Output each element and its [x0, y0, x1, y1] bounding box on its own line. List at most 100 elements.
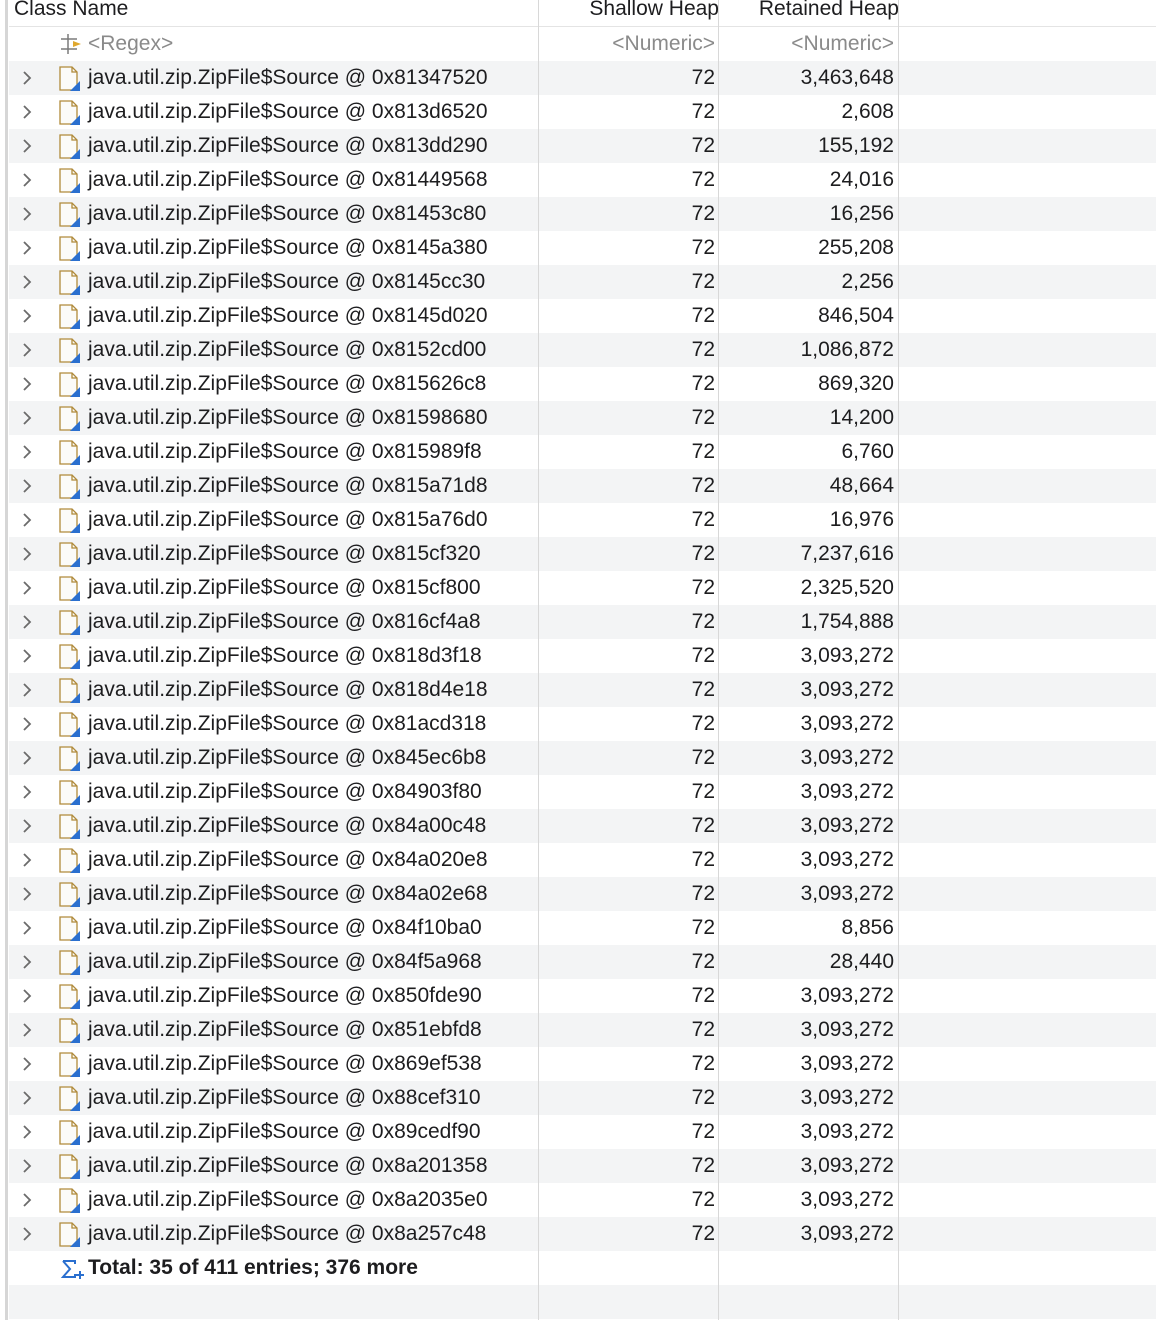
retained-heap-cell: 2,608 [841, 100, 894, 123]
shallow-heap-cell: 72 [691, 202, 715, 225]
table-row[interactable]: java.util.zip.ZipFile$Source @ 0x88cef31… [9, 1081, 1156, 1115]
table-row[interactable]: java.util.zip.ZipFile$Source @ 0x84a020e… [9, 843, 1156, 877]
table-row[interactable]: java.util.zip.ZipFile$Source @ 0x818d4e1… [9, 673, 1156, 707]
chevron-right-icon[interactable] [17, 95, 37, 129]
table-row[interactable]: java.util.zip.ZipFile$Source @ 0x8a257c4… [9, 1217, 1156, 1251]
table-row[interactable]: java.util.zip.ZipFile$Source @ 0x813dd29… [9, 129, 1156, 163]
retained-heap-cell: 3,093,272 [800, 882, 894, 905]
table-row[interactable]: java.util.zip.ZipFile$Source @ 0x815cf80… [9, 571, 1156, 605]
chevron-right-icon[interactable] [17, 333, 37, 367]
retained-heap-cell: 3,093,272 [800, 1120, 894, 1143]
retained-heap-cell: 3,093,272 [800, 1188, 894, 1211]
chevron-right-icon[interactable] [17, 1047, 37, 1081]
table-row[interactable]: java.util.zip.ZipFile$Source @ 0x815cf32… [9, 537, 1156, 571]
class-name-cell: java.util.zip.ZipFile$Source @ 0x850fde9… [88, 984, 482, 1007]
table-row[interactable]: java.util.zip.ZipFile$Source @ 0x851ebfd… [9, 1013, 1156, 1047]
chevron-right-icon[interactable] [17, 299, 37, 333]
column-header-retained-heap[interactable]: Retained Heap [719, 0, 899, 22]
chevron-right-icon[interactable] [17, 129, 37, 163]
table-row[interactable]: java.util.zip.ZipFile$Source @ 0x8145d02… [9, 299, 1156, 333]
shallow-heap-cell: 72 [691, 542, 715, 565]
shallow-heap-filter-input[interactable]: <Numeric> [539, 27, 715, 61]
chevron-right-icon[interactable] [17, 741, 37, 775]
chevron-right-icon[interactable] [17, 877, 37, 911]
chevron-right-icon[interactable] [17, 809, 37, 843]
table-row[interactable]: java.util.zip.ZipFile$Source @ 0x813d652… [9, 95, 1156, 129]
retained-heap-cell: 3,093,272 [800, 780, 894, 803]
table-row[interactable]: java.util.zip.ZipFile$Source @ 0x8159868… [9, 401, 1156, 435]
chevron-right-icon[interactable] [17, 469, 37, 503]
chevron-right-icon[interactable] [17, 707, 37, 741]
table-row[interactable]: java.util.zip.ZipFile$Source @ 0x8a2035e… [9, 1183, 1156, 1217]
chevron-right-icon[interactable] [17, 231, 37, 265]
chevron-right-icon[interactable] [17, 435, 37, 469]
table-row[interactable]: java.util.zip.ZipFile$Source @ 0x818d3f1… [9, 639, 1156, 673]
object-instance-icon [57, 1013, 85, 1047]
chevron-right-icon[interactable] [17, 605, 37, 639]
chevron-right-icon[interactable] [17, 1217, 37, 1251]
object-instance-icon [57, 979, 85, 1013]
chevron-right-icon[interactable] [17, 673, 37, 707]
table-row[interactable]: java.util.zip.ZipFile$Source @ 0x8144956… [9, 163, 1156, 197]
chevron-right-icon[interactable] [17, 265, 37, 299]
table-row[interactable]: java.util.zip.ZipFile$Source @ 0x815626c… [9, 367, 1156, 401]
table-row[interactable]: java.util.zip.ZipFile$Source @ 0x84f10ba… [9, 911, 1156, 945]
chevron-right-icon[interactable] [17, 197, 37, 231]
table-row[interactable]: java.util.zip.ZipFile$Source @ 0x8134752… [9, 61, 1156, 95]
total-label[interactable]: Total: 35 of 411 entries; 376 more [88, 1251, 418, 1285]
table-row[interactable]: java.util.zip.ZipFile$Source @ 0x81453c8… [9, 197, 1156, 231]
table-row[interactable]: java.util.zip.ZipFile$Source @ 0x8145a38… [9, 231, 1156, 265]
table-row[interactable]: java.util.zip.ZipFile$Source @ 0x815a76d… [9, 503, 1156, 537]
table-row[interactable]: java.util.zip.ZipFile$Source @ 0x84a02e6… [9, 877, 1156, 911]
shallow-heap-cell: 72 [691, 1222, 715, 1245]
chevron-right-icon[interactable] [17, 537, 37, 571]
chevron-right-icon[interactable] [17, 503, 37, 537]
table-row[interactable]: java.util.zip.ZipFile$Source @ 0x81acd31… [9, 707, 1156, 741]
class-name-cell: java.util.zip.ZipFile$Source @ 0x8134752… [88, 66, 488, 89]
chevron-right-icon[interactable] [17, 571, 37, 605]
table-row[interactable]: java.util.zip.ZipFile$Source @ 0x869ef53… [9, 1047, 1156, 1081]
retained-heap-cell: 255,208 [818, 236, 894, 259]
retained-heap-cell: 24,016 [829, 168, 894, 191]
table-row[interactable]: java.util.zip.ZipFile$Source @ 0x850fde9… [9, 979, 1156, 1013]
table-row[interactable]: java.util.zip.ZipFile$Source @ 0x815a71d… [9, 469, 1156, 503]
table-row[interactable]: java.util.zip.ZipFile$Source @ 0x84f5a96… [9, 945, 1156, 979]
retained-heap-filter-input[interactable]: <Numeric> [719, 27, 894, 61]
table-row[interactable]: java.util.zip.ZipFile$Source @ 0x89cedf9… [9, 1115, 1156, 1149]
retained-heap-cell: 28,440 [829, 950, 894, 973]
chevron-right-icon[interactable] [17, 911, 37, 945]
retained-heap-cell: 1,086,872 [800, 338, 894, 361]
table-row[interactable]: java.util.zip.ZipFile$Source @ 0x84a00c4… [9, 809, 1156, 843]
class-name-cell: java.util.zip.ZipFile$Source @ 0x8a20135… [88, 1154, 488, 1177]
chevron-right-icon[interactable] [17, 61, 37, 95]
table-row[interactable]: java.util.zip.ZipFile$Source @ 0x8152cd0… [9, 333, 1156, 367]
column-header-shallow-heap[interactable]: Shallow Heap [539, 0, 719, 22]
shallow-heap-cell: 72 [691, 1018, 715, 1041]
filter-row: <Regex> <Numeric> <Numeric> [9, 27, 1156, 61]
class-name-filter-input[interactable]: <Regex> [88, 27, 173, 61]
object-instance-icon [57, 843, 85, 877]
column-divider [898, 0, 899, 1320]
column-header-class-name[interactable]: Class Name [14, 0, 128, 22]
table-row[interactable]: java.util.zip.ZipFile$Source @ 0x816cf4a… [9, 605, 1156, 639]
chevron-right-icon[interactable] [17, 1013, 37, 1047]
chevron-right-icon[interactable] [17, 1081, 37, 1115]
shallow-heap-cell: 72 [691, 66, 715, 89]
chevron-right-icon[interactable] [17, 979, 37, 1013]
chevron-right-icon[interactable] [17, 775, 37, 809]
table-row[interactable]: java.util.zip.ZipFile$Source @ 0x815989f… [9, 435, 1156, 469]
chevron-right-icon[interactable] [17, 401, 37, 435]
chevron-right-icon[interactable] [17, 1149, 37, 1183]
table-row[interactable]: java.util.zip.ZipFile$Source @ 0x8145cc3… [9, 265, 1156, 299]
chevron-right-icon[interactable] [17, 1183, 37, 1217]
chevron-right-icon[interactable] [17, 843, 37, 877]
table-row[interactable]: java.util.zip.ZipFile$Source @ 0x84903f8… [9, 775, 1156, 809]
chevron-right-icon[interactable] [17, 367, 37, 401]
table-row[interactable]: java.util.zip.ZipFile$Source @ 0x8a20135… [9, 1149, 1156, 1183]
table-row[interactable]: java.util.zip.ZipFile$Source @ 0x845ec6b… [9, 741, 1156, 775]
chevron-right-icon[interactable] [17, 1115, 37, 1149]
class-name-cell: java.util.zip.ZipFile$Source @ 0x81453c8… [88, 202, 487, 225]
chevron-right-icon[interactable] [17, 945, 37, 979]
chevron-right-icon[interactable] [17, 163, 37, 197]
chevron-right-icon[interactable] [17, 639, 37, 673]
